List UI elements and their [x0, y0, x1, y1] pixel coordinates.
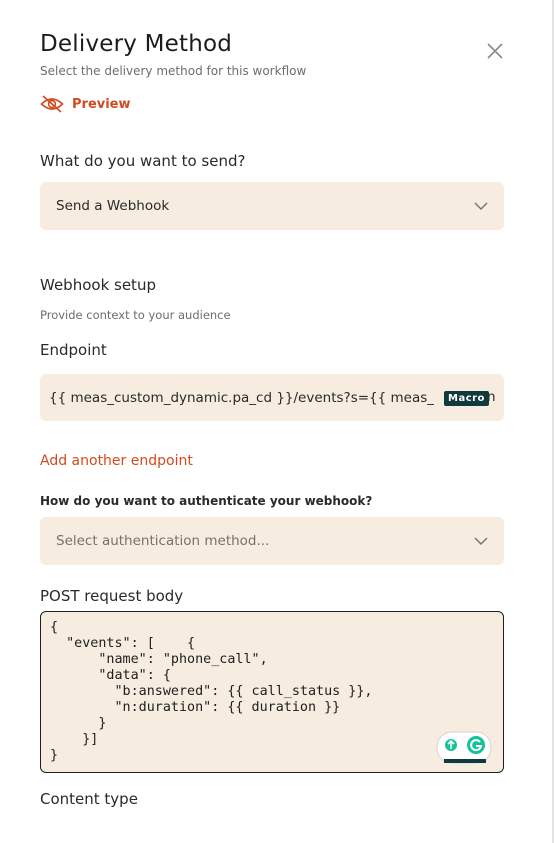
page-subtitle: Select the delivery method for this work…	[40, 64, 307, 78]
close-icon[interactable]	[484, 40, 506, 62]
post-body-label: POST request body	[40, 587, 184, 605]
content-type-label: Content type	[40, 790, 138, 808]
eye-off-icon	[40, 95, 64, 113]
auth-question-label: How do you want to authenticate your web…	[40, 494, 373, 508]
endpoint-value-tail: n	[487, 389, 496, 405]
page-title: Delivery Method	[40, 31, 233, 57]
endpoint-value: {{ meas_custom_dynamic.pa_cd }}/events?s…	[49, 389, 435, 406]
preview-label: Preview	[72, 96, 131, 112]
auth-method-placeholder: Select authentication method...	[56, 533, 270, 549]
preview-button[interactable]: Preview	[40, 94, 131, 114]
macro-badge[interactable]: Macro	[444, 391, 489, 406]
webhook-setup-title: Webhook setup	[40, 276, 156, 294]
grammarly-icon[interactable]	[436, 731, 492, 764]
send-type-select[interactable]: Send a Webhook	[40, 182, 504, 230]
endpoint-label: Endpoint	[40, 341, 107, 359]
send-type-value: Send a Webhook	[56, 198, 170, 214]
post-body-textarea[interactable]: { "events": [ { "name": "phone_call", "d…	[40, 611, 504, 773]
auth-method-select[interactable]: Select authentication method...	[40, 517, 504, 565]
webhook-setup-help: Provide context to your audience	[40, 308, 231, 322]
chevron-down-icon	[474, 537, 488, 545]
send-question-label: What do you want to send?	[40, 152, 246, 170]
add-endpoint-link[interactable]: Add another endpoint	[40, 453, 193, 469]
endpoint-input[interactable]: {{ meas_custom_dynamic.pa_cd }}/events?s…	[40, 374, 504, 421]
chevron-down-icon	[474, 202, 488, 210]
